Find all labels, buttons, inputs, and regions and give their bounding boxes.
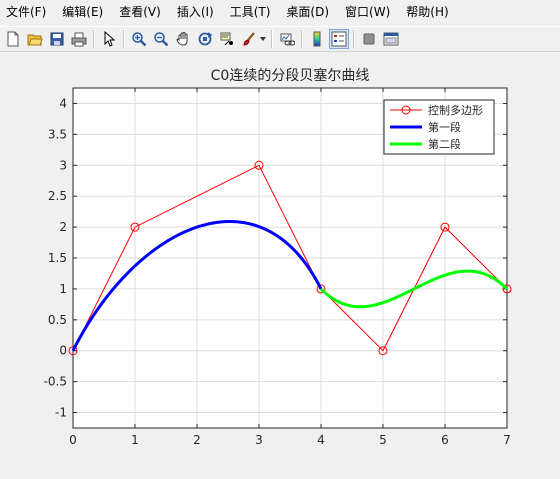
- x-tick-label: 7: [503, 433, 511, 447]
- brush-icon: [243, 32, 255, 46]
- x-tick-label: 6: [441, 433, 449, 447]
- toolbar-separator: [93, 30, 95, 48]
- x-tick-label: 5: [379, 433, 387, 447]
- y-tick-label: 4: [59, 96, 67, 110]
- toolbar-separator: [301, 30, 303, 48]
- print-button[interactable]: [69, 29, 89, 49]
- show-plot-tools-icon: [383, 32, 399, 46]
- brush-dropdown[interactable]: [260, 29, 266, 49]
- y-tick-label: -0.5: [44, 375, 67, 389]
- zoom-out-button[interactable]: [151, 29, 171, 49]
- y-tick-label: 1.5: [48, 251, 67, 265]
- pan-button[interactable]: [173, 29, 193, 49]
- show-plot-tools-button[interactable]: [381, 29, 401, 49]
- hide-plot-tools-icon: [363, 33, 375, 45]
- toolbar-separator: [271, 30, 273, 48]
- menu-insert[interactable]: 插入(I): [169, 0, 222, 24]
- y-tick-label: 0: [59, 344, 67, 358]
- x-tick-label: 4: [317, 433, 325, 447]
- toolbar-separator: [353, 30, 355, 48]
- menu-view[interactable]: 查看(V): [111, 0, 169, 24]
- save-button[interactable]: [47, 29, 67, 49]
- pan-hand-icon: [176, 31, 188, 46]
- zoom-out-icon: [154, 32, 169, 47]
- zoom-in-icon: [132, 32, 147, 47]
- toolbar-separator: [123, 30, 125, 48]
- x-tick-label: 1: [131, 433, 139, 447]
- colorbar-icon: [313, 31, 321, 47]
- menu-desktop[interactable]: 桌面(D): [278, 0, 337, 24]
- legend-label: 第二段: [428, 137, 461, 151]
- rotate-3d-icon: [198, 32, 213, 46]
- data-cursor-icon: [220, 32, 233, 46]
- bezier-chart: C0连续的分段贝塞尔曲线 0 1 2 3 4 5 6 7 -1 -0.5 0 0.5 1 1.5 2 2.5 3…: [44, 67, 512, 447]
- y-tick-label: 0.5: [48, 313, 67, 327]
- save-icon: [50, 32, 64, 46]
- menu-tools[interactable]: 工具(T): [222, 0, 279, 24]
- y-tick-label: 3: [59, 158, 67, 172]
- colorbar-button[interactable]: [307, 29, 327, 49]
- y-tick-label: 2.5: [48, 189, 67, 203]
- legend-icon: [331, 31, 347, 47]
- chart-title: C0连续的分段贝塞尔曲线: [211, 67, 370, 84]
- new-figure-icon: [7, 31, 19, 47]
- link-plot-icon: [280, 33, 295, 46]
- legend-label: 控制多边形: [428, 103, 483, 117]
- open-file-icon: [27, 34, 43, 46]
- menu-bar: 文件(F) 编辑(E) 查看(V) 插入(I) 工具(T) 桌面(D) 窗口(W…: [0, 0, 560, 24]
- link-plot-button[interactable]: [277, 29, 297, 49]
- rotate-3d-button[interactable]: [195, 29, 215, 49]
- menu-window[interactable]: 窗口(W): [337, 0, 398, 24]
- zoom-in-button[interactable]: [129, 29, 149, 49]
- legend-button[interactable]: [329, 29, 349, 49]
- menu-help[interactable]: 帮助(H): [398, 0, 456, 24]
- axes: 0 1 2 3 4 5 6 7 -1 -0.5 0 0.5 1 1.5 2 2.5 3 3.5 4 控制多边形第一段第…: [44, 87, 512, 447]
- y-tick-label: -1: [55, 406, 67, 420]
- y-tick-label: 2: [59, 220, 67, 234]
- print-icon: [71, 32, 87, 47]
- menu-file[interactable]: 文件(F): [0, 0, 54, 24]
- hide-plot-tools-button[interactable]: [359, 29, 379, 49]
- brush-button[interactable]: [239, 29, 259, 49]
- legend-label: 第一段: [428, 120, 461, 134]
- legend: 控制多边形第一段第二段: [383, 99, 495, 155]
- y-tick-label: 3.5: [48, 127, 67, 141]
- data-cursor-button[interactable]: [217, 29, 237, 49]
- edit-plot-button[interactable]: [99, 29, 119, 49]
- open-file-button[interactable]: [25, 29, 45, 49]
- x-tick-label: 3: [255, 433, 263, 447]
- menu-edit[interactable]: 编辑(E): [54, 0, 111, 24]
- edit-plot-arrow-icon: [104, 31, 116, 47]
- y-tick-label: 1: [59, 282, 67, 296]
- x-tick-label: 0: [69, 433, 77, 447]
- x-tick-label: 2: [193, 433, 201, 447]
- figure-canvas: C0连续的分段贝塞尔曲线 0 1 2 3 4 5 6 7 -1 -0.5 0 0.5 1 1.5 2 2.5 3…: [0, 54, 560, 475]
- chevron-down-icon: [260, 37, 266, 41]
- figure-toolbar: [0, 26, 560, 52]
- new-figure-button[interactable]: [3, 29, 23, 49]
